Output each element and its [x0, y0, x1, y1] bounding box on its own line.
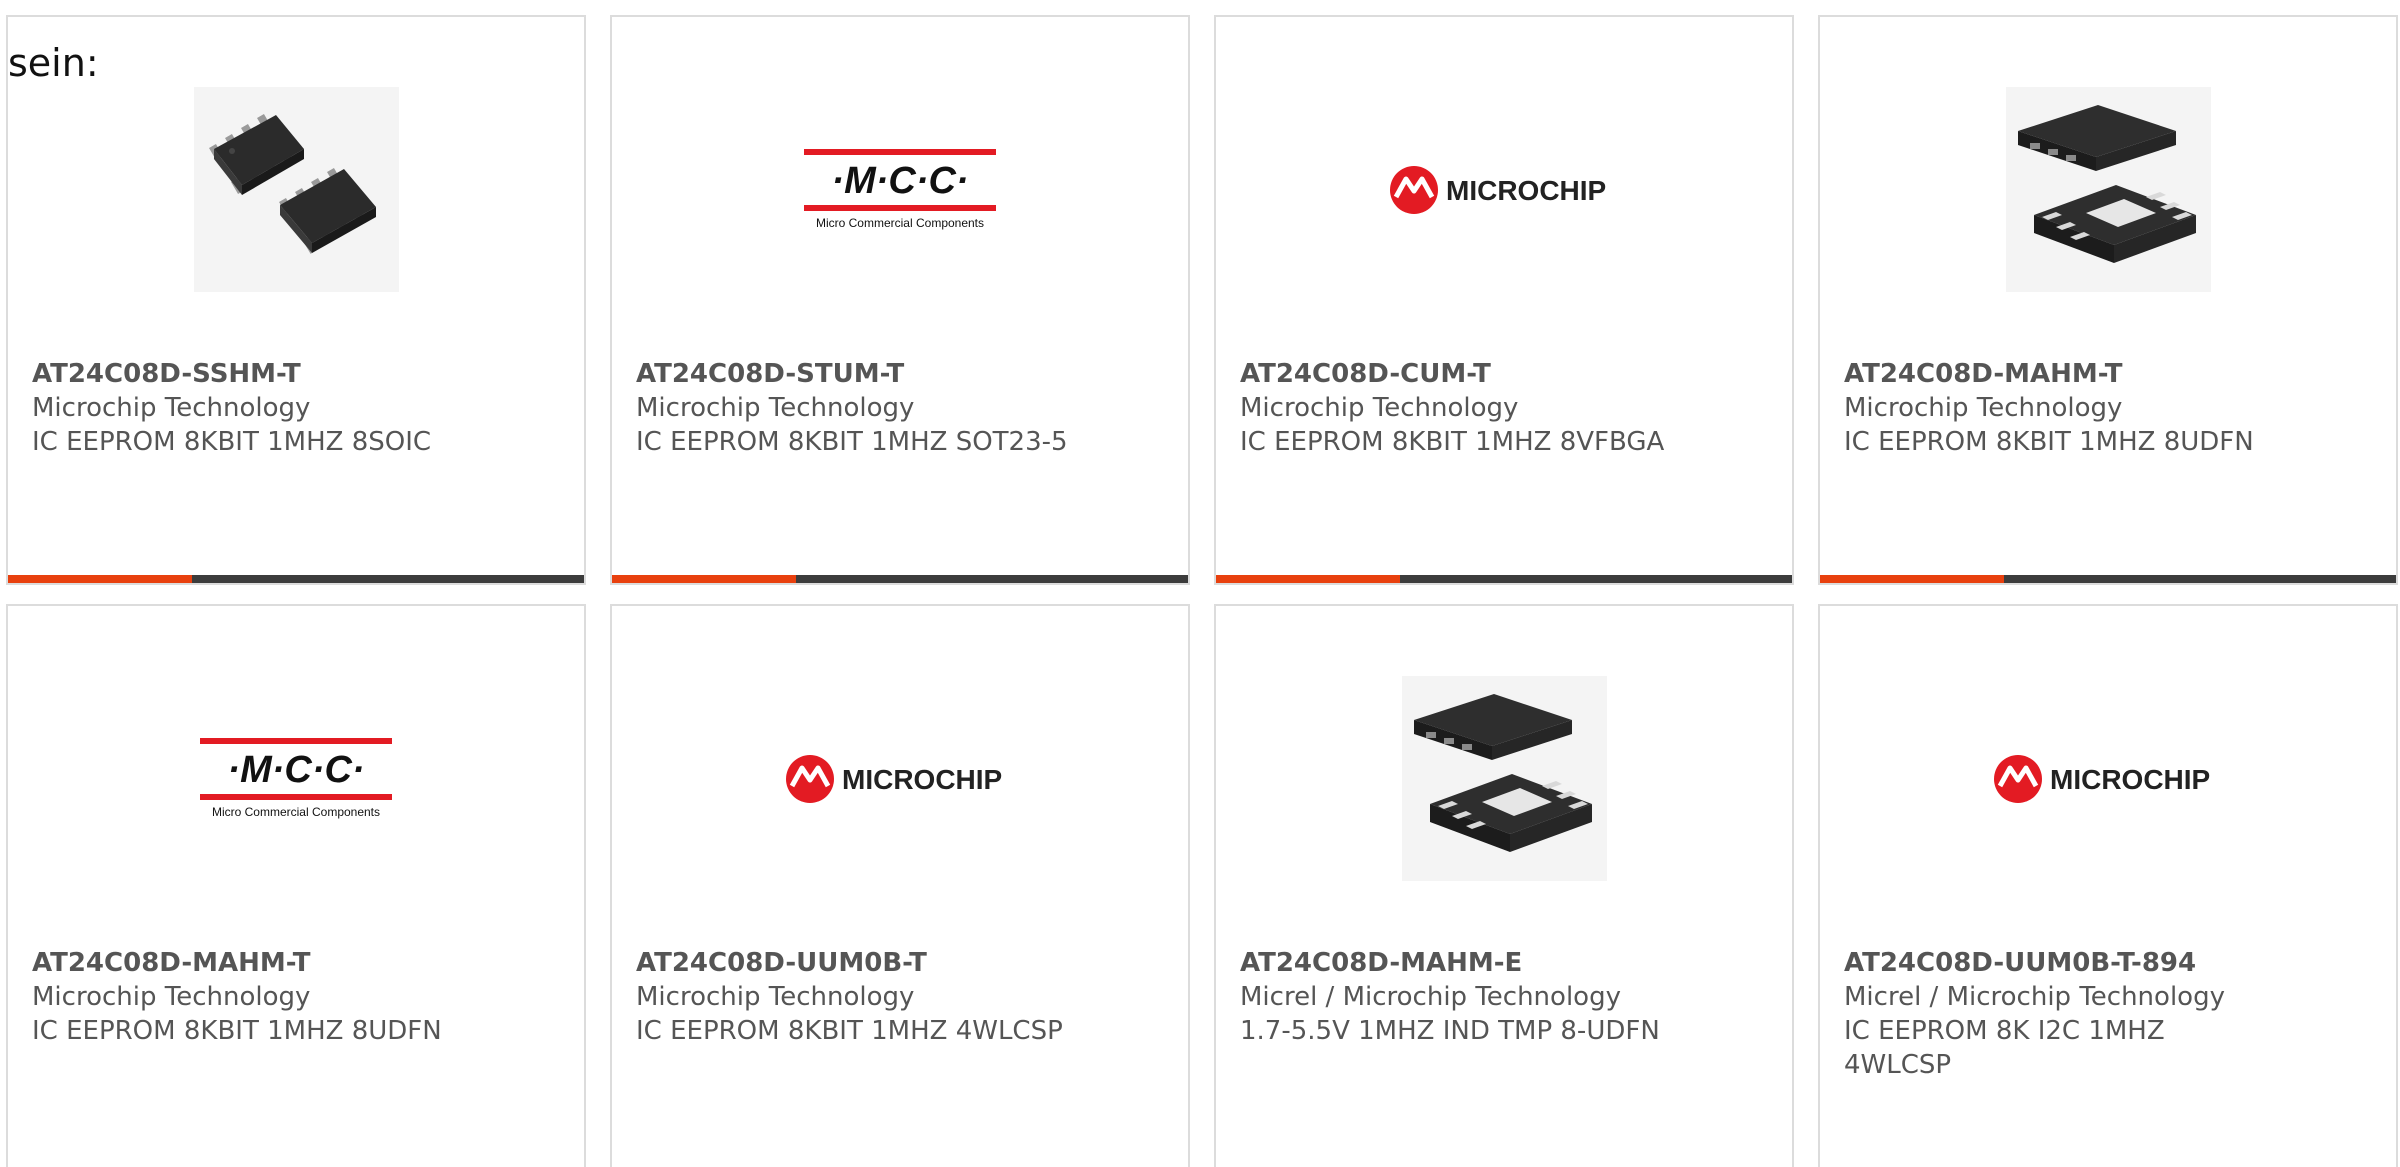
part-number-link[interactable]: AT24C08D-STUM-T — [636, 357, 1068, 391]
product-card[interactable]: ·M·C·C· Micro Commercial Components AT24… — [6, 604, 586, 1167]
product-description: IC EEPROM 8KBIT 1MHZ SOT23-5 — [636, 427, 1068, 457]
card-accent-bar — [1216, 575, 1400, 583]
product-card[interactable]: MICROCHIP AT24C08D-CUM-T Microchip Techn… — [1214, 15, 1794, 585]
product-image[interactable] — [1820, 87, 2396, 292]
udfn-8-chip-icon — [2005, 87, 2211, 292]
product-image[interactable]: MICROCHIP — [1820, 676, 2396, 881]
product-image[interactable]: MICROCHIP — [1216, 87, 1792, 292]
part-number-link[interactable]: AT24C08D-UUM0B-T-894 — [1844, 946, 2276, 980]
manufacturer-name: Microchip Technology — [1240, 393, 1519, 423]
card-bottom-bar — [612, 575, 1188, 583]
product-image[interactable] — [1216, 676, 1792, 881]
product-description: IC EEPROM 8KBIT 1MHZ 8SOIC — [32, 427, 432, 457]
product-grid-page: sein: AT24C08D-SSHM-T Microchip Technolo… — [0, 0, 2400, 1167]
svg-text:Micro Commercial Components: Micro Commercial Components — [816, 216, 984, 230]
intro-text: sein: — [8, 41, 99, 85]
product-card[interactable]: ·M·C·C· Micro Commercial Components AT24… — [610, 15, 1190, 585]
part-number-link[interactable]: AT24C08D-MAHM-T — [1844, 357, 2276, 391]
product-image[interactable] — [8, 87, 584, 292]
product-description: IC EEPROM 8KBIT 1MHZ 8UDFN — [32, 1016, 442, 1046]
microchip-logo: MICROCHIP — [1994, 754, 2210, 803]
manufacturer-name: Micrel / Microchip Technology — [1240, 982, 1621, 1012]
udfn-8-chip-icon — [1401, 676, 1607, 881]
mcc-logo: ·M·C·C· Micro Commercial Components — [200, 737, 392, 819]
part-number-link[interactable]: AT24C08D-CUM-T — [1240, 357, 1672, 391]
manufacturer-name: Microchip Technology — [636, 393, 915, 423]
product-card[interactable]: AT24C08D-MAHM-E Micrel / Microchip Techn… — [1214, 604, 1794, 1167]
part-number-link[interactable]: AT24C08D-MAHM-E — [1240, 946, 1672, 980]
svg-text:Micro Commercial Components: Micro Commercial Components — [212, 805, 380, 819]
svg-text:·M·C·C·: ·M·C·C· — [227, 749, 364, 791]
product-card[interactable]: MICROCHIP AT24C08D-UUM0B-T-894 Micrel / … — [1818, 604, 2398, 1167]
card-accent-bar — [1820, 575, 2004, 583]
svg-text:·M·C·C·: ·M·C·C· — [831, 160, 968, 202]
product-description: IC EEPROM 8KBIT 1MHZ 4WLCSP — [636, 1016, 1063, 1046]
manufacturer-name: Microchip Technology — [32, 982, 311, 1012]
part-number-link[interactable]: AT24C08D-MAHM-T — [32, 946, 464, 980]
product-card[interactable]: MICROCHIP AT24C08D-UUM0B-T Microchip Tec… — [610, 604, 1190, 1167]
mcc-logo: ·M·C·C· Micro Commercial Components — [804, 148, 996, 230]
part-number-link[interactable]: AT24C08D-UUM0B-T — [636, 946, 1068, 980]
card-bottom-bar — [8, 575, 584, 583]
manufacturer-name: Microchip Technology — [32, 393, 311, 423]
soic-8-chip-icon — [193, 87, 399, 292]
microchip-logo: MICROCHIP — [1390, 165, 1606, 214]
manufacturer-name: Microchip Technology — [1844, 393, 2123, 423]
product-image[interactable]: ·M·C·C· Micro Commercial Components — [612, 87, 1188, 292]
manufacturer-name: Microchip Technology — [636, 982, 915, 1012]
microchip-logo: MICROCHIP — [786, 754, 1002, 803]
product-description: IC EEPROM 8KBIT 1MHZ 8VFBGA — [1240, 427, 1665, 457]
card-bottom-bar — [1820, 575, 2396, 583]
svg-text:MICROCHIP: MICROCHIP — [1446, 175, 1606, 206]
card-accent-bar — [8, 575, 192, 583]
card-bottom-bar — [1216, 575, 1792, 583]
product-card[interactable]: AT24C08D-SSHM-T Microchip Technology IC … — [6, 15, 586, 585]
product-card[interactable]: AT24C08D-MAHM-T Microchip Technology IC … — [1818, 15, 2398, 585]
product-description: IC EEPROM 8KBIT 1MHZ 8UDFN — [1844, 427, 2254, 457]
product-description: IC EEPROM 8K I2C 1MHZ 4WLCSP — [1844, 1016, 2165, 1080]
svg-text:MICROCHIP: MICROCHIP — [2050, 764, 2210, 795]
svg-text:MICROCHIP: MICROCHIP — [842, 764, 1002, 795]
part-number-link[interactable]: AT24C08D-SSHM-T — [32, 357, 464, 391]
card-accent-bar — [612, 575, 796, 583]
manufacturer-name: Micrel / Microchip Technology — [1844, 982, 2225, 1012]
product-image[interactable]: MICROCHIP — [612, 676, 1188, 881]
product-image[interactable]: ·M·C·C· Micro Commercial Components — [8, 676, 584, 881]
product-description: 1.7-5.5V 1MHZ IND TMP 8-UDFN — [1240, 1016, 1660, 1046]
